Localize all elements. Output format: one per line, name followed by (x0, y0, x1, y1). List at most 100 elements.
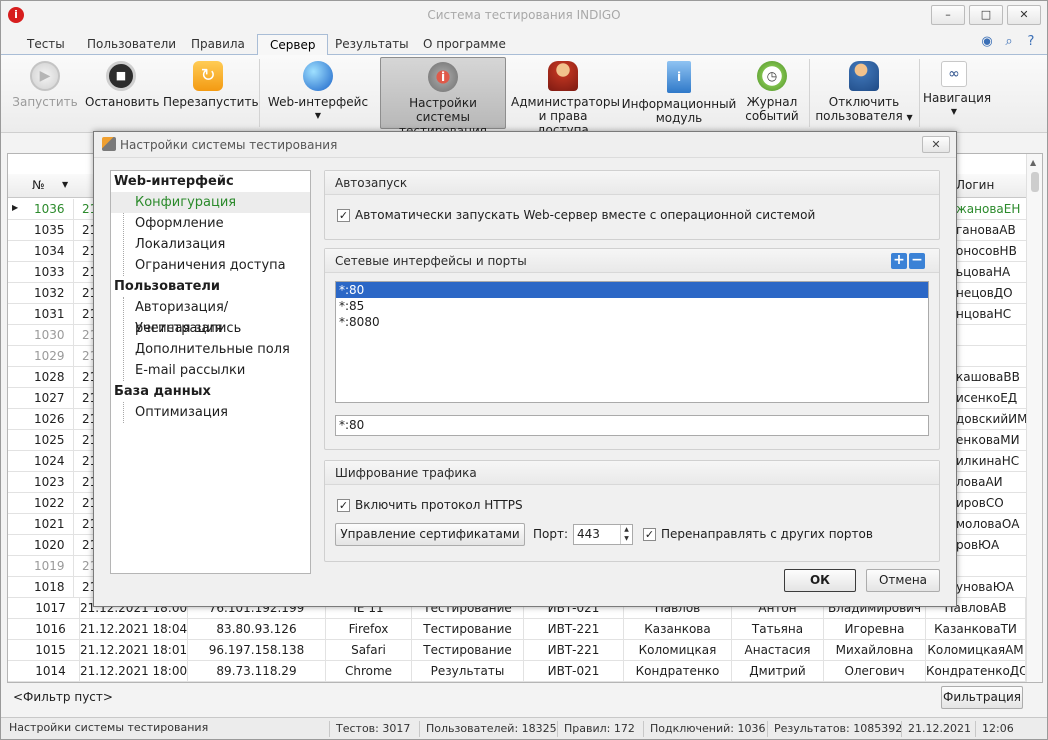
remove-icon[interactable]: − (909, 253, 925, 269)
event-log-button[interactable]: ◷ Журнал событий (741, 57, 803, 129)
col-number-header[interactable]: № (32, 178, 44, 192)
cell-login: оносовНВ (956, 244, 1017, 258)
web-label: Web-интерфейс (267, 95, 369, 109)
tree-users[interactable]: Пользователи (111, 276, 310, 297)
cell-mode: Тестирование (412, 619, 524, 640)
admins-button[interactable]: Администраторы и права доступа (511, 57, 620, 137)
dialog-close-button[interactable]: ✕ (922, 136, 950, 153)
help-icon[interactable]: ? (1023, 34, 1039, 50)
cell-number: 1030 (22, 325, 74, 346)
tree-design[interactable]: Оформление (111, 213, 310, 234)
cell-browser: Chrome (326, 661, 412, 682)
list-item[interactable]: *:80 (336, 282, 928, 298)
restart-button[interactable]: ↻ Перезапустить (163, 57, 259, 129)
tree-database[interactable]: База данных (111, 381, 310, 402)
tree-web-interface[interactable]: Web-интерфейс (111, 171, 310, 192)
tab-results[interactable]: Результаты (323, 34, 421, 56)
tree-localization[interactable]: Локализация (111, 234, 310, 255)
globe-icon[interactable]: ◉ (979, 34, 995, 50)
add-icon[interactable]: + (891, 253, 907, 269)
cell-first: Дмитрий (732, 661, 824, 682)
tab-users[interactable]: Пользователи (75, 34, 188, 56)
https-checkbox[interactable]: ✓ (337, 499, 350, 512)
manage-certificates-button[interactable]: Управление сертификатами (335, 523, 525, 546)
cell-login: КондратенкоДО (926, 661, 1026, 682)
disconnect-user-icon (849, 61, 879, 91)
autostart-label[interactable]: Автоматически запускать Web-сервер вмест… (355, 208, 815, 222)
info-label-2: модуль (655, 111, 703, 125)
play-icon: ▶ (30, 61, 60, 91)
cancel-button[interactable]: Отмена (866, 569, 940, 592)
ok-button[interactable]: ОК (784, 569, 856, 592)
tree-optimization[interactable]: Оптимизация (111, 402, 310, 423)
zoom-icon[interactable]: ⌕ (1001, 34, 1017, 50)
cell-login: ьцоваНА (956, 265, 1011, 279)
interfaces-listbox[interactable]: *:80 *:85 *:8080 (335, 281, 929, 403)
cell-login: уноваЮА (956, 580, 1014, 594)
start-button[interactable]: ▶ Запустить (11, 57, 79, 129)
cell-group: ИВТ-221 (524, 619, 624, 640)
tree-auth-registration[interactable]: Авторизация/регистрация (111, 297, 310, 336)
table-row[interactable]: 1016 21.12.2021 18:04 83.80.93.126 Firefox Т… (8, 619, 1028, 640)
tree-configuration[interactable]: Конфигурация (111, 192, 310, 213)
stop-button[interactable]: ■ Остановить (85, 57, 160, 129)
cell-browser: Firefox (326, 619, 412, 640)
interface-input[interactable]: *:80 (335, 415, 929, 436)
port-spinner[interactable]: ▲ ▼ (620, 525, 632, 544)
table-row[interactable]: 1014 21.12.2021 18:00 89.73.118.29 Chrome Ре… (8, 661, 1028, 682)
cell-login: нецовДО (956, 286, 1013, 300)
port-input[interactable]: 443 ▲ ▼ (573, 524, 633, 545)
system-settings-button[interactable]: i Настройки системы тестирования (380, 57, 506, 138)
tab-about[interactable]: О программе (411, 34, 518, 56)
scroll-up-icon[interactable]: ▲ (1030, 158, 1036, 167)
vertical-scrollbar[interactable]: ▲ (1026, 154, 1042, 682)
table-row[interactable]: 1015 21.12.2021 18:01 96.197.158.138 Safari… (8, 640, 1028, 661)
list-item[interactable]: *:85 (336, 298, 928, 314)
cell-login (954, 556, 1028, 577)
list-item[interactable]: *:8080 (336, 314, 928, 330)
info-module-button[interactable]: i Информационный модуль (621, 57, 737, 129)
restart-icon: ↻ (193, 61, 223, 91)
cell-login: ровЮА (956, 538, 1000, 552)
https-label[interactable]: Включить протокол HTTPS (355, 498, 523, 512)
minimize-button[interactable]: – (931, 5, 965, 25)
status-connections: Подключений: 1036 (643, 721, 766, 737)
cell-number: 1035 (22, 220, 74, 241)
autostart-header: Автозапуск (325, 171, 939, 195)
cell-number: 1029 (22, 346, 74, 367)
web-interface-button[interactable]: Web-интерфейс ▼ (267, 57, 369, 129)
tree-extra-fields[interactable]: Дополнительные поля (111, 339, 310, 360)
tree-account[interactable]: Учетная запись (111, 318, 310, 339)
cell-date: 21.12.2021 18:01 (80, 640, 188, 661)
ribbon-separator (259, 59, 260, 127)
cell-login: ловаАИ (956, 475, 1003, 489)
cell-no: 1017 (22, 598, 80, 619)
cell-login: довскийИМ (956, 412, 1028, 426)
col-login-header[interactable]: Логин (956, 178, 994, 192)
scroll-thumb[interactable] (1031, 172, 1039, 192)
maximize-button[interactable]: □ (969, 5, 1003, 25)
close-button[interactable]: ✕ (1007, 5, 1041, 25)
tab-tests[interactable]: Тесты (15, 34, 77, 56)
disconnect-user-button[interactable]: Отключить пользователя ▼ (815, 57, 913, 129)
tab-server[interactable]: Сервер (257, 34, 329, 56)
status-date: 21.12.2021 (901, 721, 971, 737)
cell-login: КоломицкаяАМ (926, 640, 1026, 661)
status-rules: Правил: 172 (557, 721, 635, 737)
filter-button[interactable]: Фильтрация (941, 686, 1023, 709)
cell-group: ИВТ-221 (524, 640, 624, 661)
cell-number: 1032 (22, 283, 74, 304)
navigation-button[interactable]: ∞ Навигация ▼ (923, 57, 991, 129)
main-window: i Система тестирования INDIGO – □ ✕ Тест… (0, 0, 1048, 740)
cell-login: илкинаНС (956, 454, 1020, 468)
redirect-label[interactable]: Перенаправлять с других портов (661, 527, 873, 541)
filter-status-link[interactable]: <Фильтр пуст> (13, 690, 113, 704)
cell-login: нцоваНС (956, 307, 1012, 321)
tab-rules[interactable]: Правила (179, 34, 257, 56)
tree-access-restrictions[interactable]: Ограничения доступа (111, 255, 310, 276)
encryption-header: Шифрование трафика (325, 461, 939, 485)
tree-email[interactable]: E-mail рассылки (111, 360, 310, 381)
row-indicator-icon: ▶ (12, 203, 19, 212)
autostart-checkbox[interactable]: ✓ (337, 209, 350, 222)
redirect-checkbox[interactable]: ✓ (643, 528, 656, 541)
